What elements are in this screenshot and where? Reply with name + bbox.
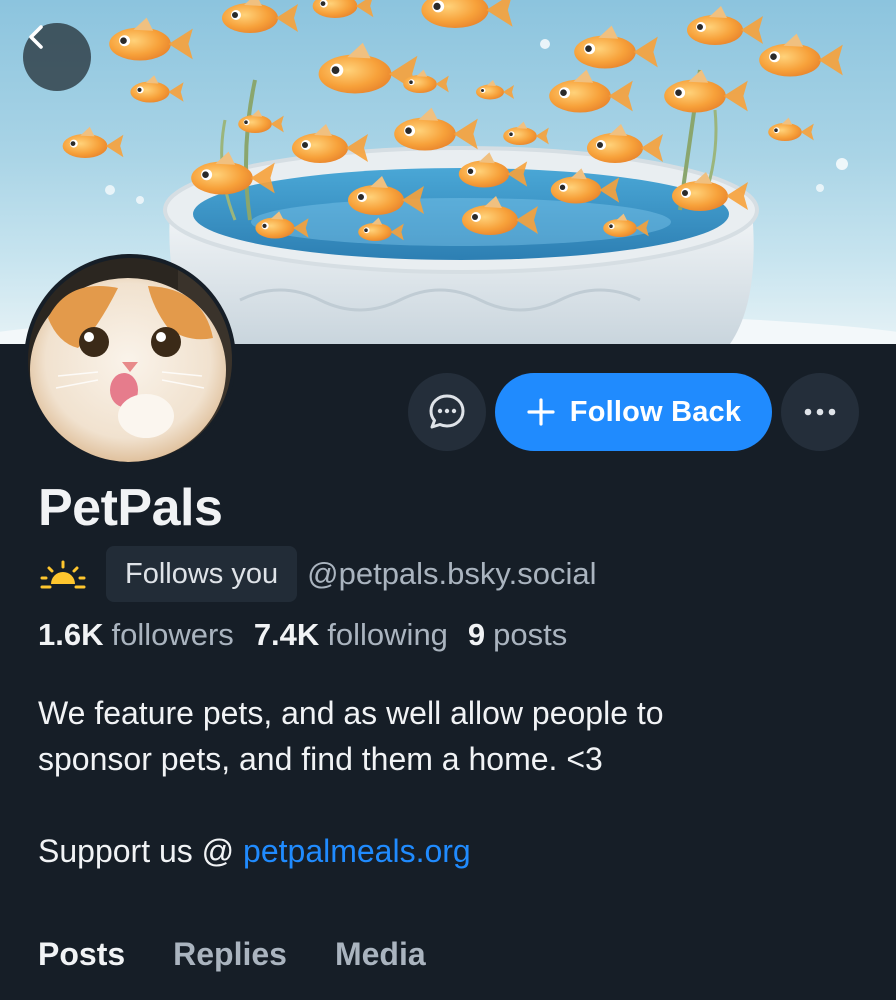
chevron-left-icon	[29, 25, 43, 49]
more-options-button[interactable]	[781, 373, 859, 451]
profile-handle[interactable]: @petpals.bsky.social	[307, 556, 596, 592]
follow-back-label: Follow Back	[569, 395, 742, 428]
bio-line: We feature pets, and as well allow peopl…	[38, 695, 664, 731]
profile-bio: We feature pets, and as well allow peopl…	[38, 690, 858, 874]
following-count: 7.4K	[253, 617, 320, 652]
message-button[interactable]	[408, 373, 486, 451]
support-link[interactable]: petpalmeals.org	[243, 833, 471, 869]
chat-bubble-icon	[429, 394, 465, 429]
ellipsis-icon	[804, 408, 836, 416]
back-button[interactable]	[23, 23, 91, 91]
display-name: PetPals	[38, 479, 223, 537]
following-stat[interactable]: 7.4K following	[254, 617, 448, 653]
tab-replies[interactable]: Replies	[173, 936, 287, 973]
sunrise-icon	[40, 560, 86, 589]
followers-stat[interactable]: 1.6K followers	[38, 617, 234, 653]
followers-count: 1.6K	[38, 617, 104, 652]
following-label: following	[327, 617, 448, 652]
avatar-image	[28, 258, 232, 462]
follow-back-button[interactable]: Follow Back	[495, 373, 772, 451]
posts-stat: 9 posts	[468, 617, 567, 653]
tab-posts[interactable]: Posts	[38, 936, 125, 973]
posts-label: posts	[493, 617, 568, 652]
profile-meta-row: Follows you @petpals.bsky.social	[38, 546, 596, 602]
bio-support-line: Support us @ petpalmeals.org	[38, 828, 858, 874]
posts-count: 9	[467, 617, 486, 652]
tab-media[interactable]: Media	[335, 936, 426, 973]
followers-label: followers	[111, 617, 234, 652]
follows-you-badge: Follows you	[106, 546, 298, 602]
plus-icon	[527, 398, 555, 426]
support-prefix: Support us @	[38, 833, 244, 869]
bio-line: sponsor pets, and find them a home. <3	[38, 741, 603, 777]
avatar[interactable]	[24, 254, 236, 466]
profile-stats: 1.6K followers 7.4K following 9 posts	[38, 617, 567, 653]
profile-tabs: Posts Replies Media	[38, 936, 426, 973]
